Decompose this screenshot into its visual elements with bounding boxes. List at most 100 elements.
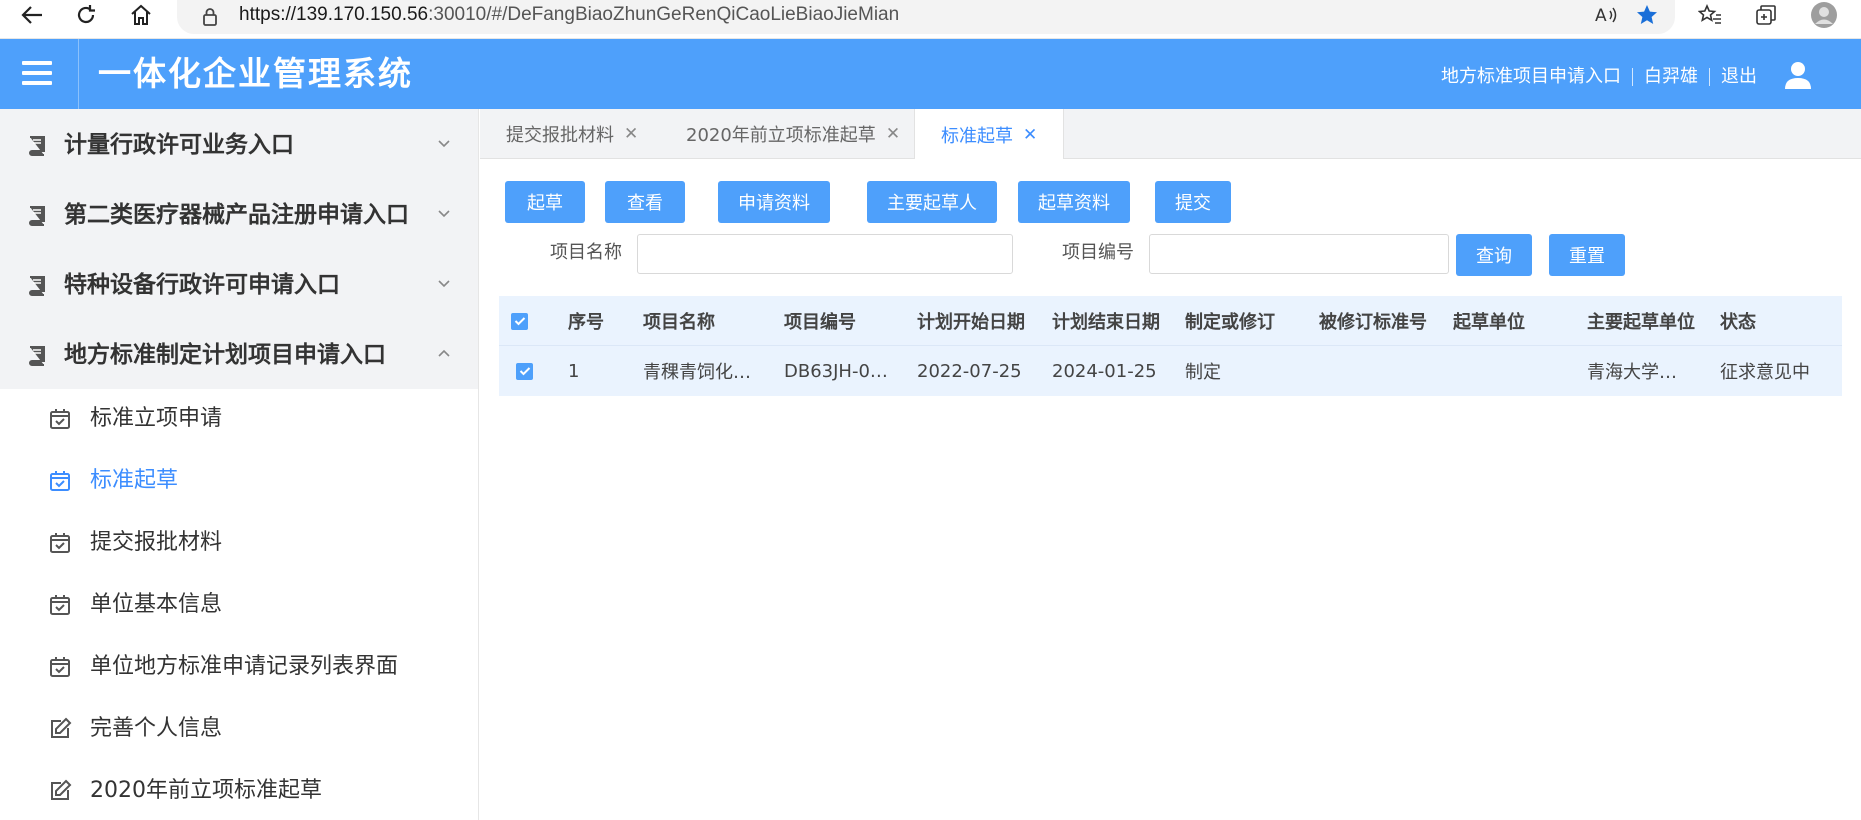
project-code-input[interactable] [1149, 234, 1449, 274]
sidebar-item-submit-approval-materials[interactable]: 提交报批材料 [0, 513, 478, 575]
close-icon[interactable]: ✕ [624, 124, 638, 144]
sidebar-item-label: 单位地方标准申请记录列表界面 [90, 654, 399, 679]
header-link-local-standard[interactable]: 地方标准项目申请入口 [1441, 66, 1621, 88]
table-row[interactable]: 1 青稞青饲化… DB63JH-0… 2022-07-25 2024-01-25… [499, 346, 1842, 396]
lock-icon [203, 8, 217, 26]
sidebar: 计量行政许可业务入口 第二类医疗器械产品注册申请入口 特种设备行政许可申请入口 … [0, 109, 479, 820]
refresh-button[interactable] [64, 0, 108, 30]
table-cell: 2024-01-25 [1052, 360, 1157, 382]
book-icon [29, 136, 45, 156]
column-header: 被修订标准号 [1319, 312, 1427, 333]
sidebar-item-pre-2020-drafting[interactable]: 2020年前立项标准起草 [0, 761, 478, 820]
header-link-logout[interactable]: 退出 [1721, 66, 1757, 88]
sidebar-item-standard-drafting[interactable]: 标准起草 [0, 451, 478, 513]
reset-button[interactable]: 重置 [1549, 234, 1625, 276]
application-materials-button[interactable]: 申请资料 [718, 181, 830, 223]
collections-button[interactable] [1748, 0, 1784, 30]
home-button[interactable] [119, 0, 163, 30]
favorites-button[interactable] [1692, 0, 1728, 30]
url-host: https://139.170.150.56 [239, 4, 429, 25]
sidebar-item-unit-basic-info[interactable]: 单位基本信息 [0, 575, 478, 637]
table-cell: 青海大学… [1587, 362, 1677, 383]
project-name-label: 项目名称 [550, 242, 622, 263]
close-icon[interactable]: ✕ [886, 124, 900, 144]
header-separator [1632, 68, 1633, 86]
sidebar-group-special-equipment[interactable]: 特种设备行政许可申请入口 [0, 249, 478, 319]
table-cell: 1 [568, 360, 580, 382]
refresh-icon [77, 5, 95, 24]
checkbox-checked-icon [516, 362, 533, 380]
header-links: 地方标准项目申请入口 白羿雄 退出 [1441, 66, 1757, 88]
project-code-label: 项目编号 [1062, 242, 1134, 263]
profile-button[interactable] [1806, 0, 1842, 30]
table-header: 序号 项目名称 项目编号 计划开始日期 计划结束日期 制定或修订 被修订标准号 … [499, 296, 1842, 346]
chevron-down-icon [438, 140, 450, 148]
column-header: 序号 [568, 312, 604, 333]
sidebar-item-standard-project-application[interactable]: 标准立项申请 [0, 389, 478, 451]
main-drafters-button[interactable]: 主要起草人 [867, 181, 997, 223]
sidebar-item-label: 2020年前立项标准起草 [90, 778, 322, 803]
sidebar-item-label: 提交报批材料 [90, 530, 223, 555]
column-header: 状态 [1720, 312, 1756, 333]
hamburger-line [22, 81, 52, 85]
table-cell [1319, 346, 1449, 396]
app-header: 一体化企业管理系统 地方标准项目申请入口 白羿雄 退出 [0, 39, 1861, 109]
back-button[interactable] [10, 0, 54, 30]
tab-pre-2020-drafting[interactable]: 2020年前立项标准起草 ✕ [660, 109, 926, 159]
read-aloud-button[interactable]: A [1589, 0, 1625, 30]
calendar-check-icon [50, 409, 70, 429]
table-cell: DB63JH-0… [784, 360, 888, 382]
column-header: 起草单位 [1453, 312, 1525, 333]
star-filled-icon [1637, 5, 1657, 24]
sidebar-group-label: 特种设备行政许可申请入口 [64, 272, 340, 298]
sidebar-group-metrology[interactable]: 计量行政许可业务入口 [0, 109, 478, 179]
table-cell: 制定 [1185, 362, 1221, 383]
chevron-down-icon [438, 280, 450, 288]
collections-icon [1756, 5, 1776, 25]
sidebar-group-label: 第二类医疗器械产品注册申请入口 [64, 202, 409, 228]
favorite-star-button[interactable] [1629, 0, 1665, 30]
sidebar-item-unit-application-records[interactable]: 单位地方标准申请记录列表界面 [0, 637, 478, 699]
view-button[interactable]: 查看 [605, 181, 685, 223]
close-icon[interactable]: ✕ [1023, 125, 1037, 145]
tab-label: 2020年前立项标准起草 [686, 125, 876, 146]
sidebar-group-label: 计量行政许可业务入口 [64, 132, 294, 158]
column-header: 项目名称 [643, 312, 715, 333]
sidebar-group-local-standard[interactable]: 地方标准制定计划项目申请入口 [0, 319, 478, 389]
checkbox-checked-icon [511, 312, 528, 330]
menu-toggle-button[interactable] [22, 61, 52, 87]
tab-submit-approval-materials[interactable]: 提交报批材料 ✕ [480, 109, 664, 159]
edit-icon [51, 779, 72, 800]
column-header: 制定或修订 [1185, 312, 1275, 333]
table-cell: 2022-07-25 [917, 360, 1022, 382]
table-cell: 青稞青饲化… [643, 362, 751, 383]
favorites-list-icon [1698, 4, 1721, 24]
read-aloud-icon: A [1595, 6, 1617, 25]
table-cell [1453, 346, 1583, 396]
home-icon [131, 4, 151, 25]
draft-button[interactable]: 起草 [505, 181, 585, 223]
sidebar-item-label: 完善个人信息 [90, 716, 223, 741]
query-button[interactable]: 查询 [1456, 234, 1532, 276]
browser-toolbar: https://139.170.150.56:30010/#/DeFangBia… [0, 0, 1861, 39]
drafting-materials-button[interactable]: 起草资料 [1018, 181, 1130, 223]
edit-icon [51, 717, 72, 738]
header-link-username[interactable]: 白羿雄 [1644, 66, 1698, 88]
row-checkbox[interactable] [516, 346, 546, 396]
url-text: https://139.170.150.56:30010/#/DeFangBia… [239, 4, 899, 26]
app-title: 一体化企业管理系统 [98, 54, 413, 93]
profile-avatar-icon [1811, 2, 1837, 28]
project-name-input[interactable] [637, 234, 1013, 274]
svg-text:A: A [1595, 6, 1607, 25]
user-icon[interactable] [1782, 59, 1814, 91]
sidebar-item-complete-personal-info[interactable]: 完善个人信息 [0, 699, 478, 761]
select-all-checkbox[interactable] [511, 296, 541, 346]
calendar-check-icon [50, 533, 70, 553]
address-bar[interactable]: https://139.170.150.56:30010/#/DeFangBia… [177, 0, 1675, 34]
sidebar-group-medical-device[interactable]: 第二类医疗器械产品注册申请入口 [0, 179, 478, 249]
chevron-up-icon [438, 349, 450, 357]
header-separator [1709, 68, 1710, 86]
tab-standard-drafting[interactable]: 标准起草 ✕ [914, 109, 1065, 160]
tab-bar: 提交报批材料 ✕ 2020年前立项标准起草 ✕ 标准起草 ✕ [480, 109, 1861, 160]
submit-button[interactable]: 提交 [1155, 181, 1231, 223]
